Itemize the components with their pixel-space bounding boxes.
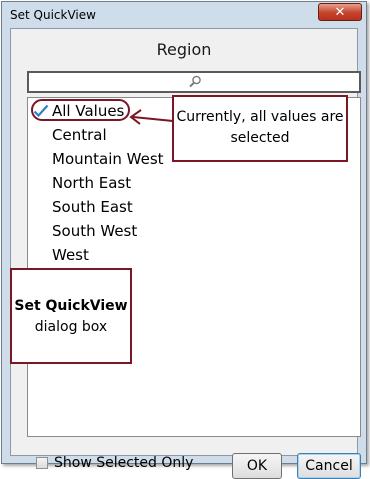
magnifier-icon [189, 75, 201, 88]
window-title: Set QuickView [10, 8, 96, 22]
close-button[interactable]: ✕ [318, 3, 362, 21]
field-header: Region [156, 39, 212, 59]
cancel-button[interactable]: Cancel [297, 453, 361, 479]
list-item-central[interactable]: Central [52, 126, 107, 144]
dialog-body: Region All Values Central Mountain West … [10, 28, 361, 479]
show-selected-label[interactable]: Show Selected Only [54, 455, 193, 471]
list-item-north-east[interactable]: North East [52, 174, 131, 192]
title-bar[interactable]: Set QuickView ✕ [2, 2, 366, 28]
list-item-mountain-west[interactable]: Mountain West [52, 150, 164, 168]
search-input[interactable] [27, 71, 361, 93]
callout-arrow [129, 109, 174, 125]
ok-button[interactable]: OK [232, 453, 282, 479]
annotation-dialog-sub: dialog box [34, 319, 108, 335]
annotation-all-values: Currently, all values are selected [172, 95, 348, 162]
set-quickview-dialog: Set QuickView ✕ Region All Values Centra… [1, 1, 367, 479]
list-item-south-east[interactable]: South East [52, 198, 133, 216]
list-item-west[interactable]: West [52, 246, 89, 264]
close-icon: ✕ [334, 4, 346, 20]
annotation-dialog-box: Set QuickView dialog box [10, 268, 132, 364]
list-item-south-west[interactable]: South West [52, 222, 137, 240]
list-item-all-values[interactable]: All Values [52, 102, 124, 120]
show-selected-checkbox[interactable] [36, 457, 48, 469]
annotation-dialog-title: Set QuickView [14, 298, 128, 314]
